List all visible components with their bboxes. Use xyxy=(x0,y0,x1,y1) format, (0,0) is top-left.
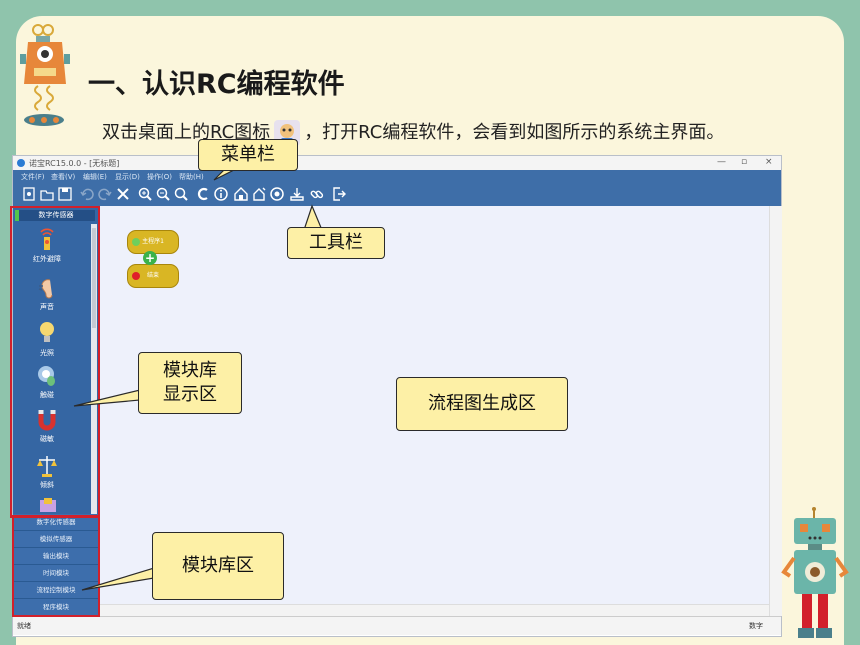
status-bar: 就绪 数字 xyxy=(13,616,781,635)
zoom-fit-icon[interactable] xyxy=(173,186,189,202)
robot-left-illustration xyxy=(20,24,70,126)
run-icon[interactable] xyxy=(269,186,285,202)
upload-icon[interactable] xyxy=(289,186,305,202)
maximize-button[interactable]: ▫ xyxy=(741,157,747,167)
info-icon[interactable] xyxy=(213,186,229,202)
app-icon xyxy=(17,159,25,167)
slide-title: 一、认识RC编程软件 xyxy=(88,69,345,100)
compile-icon[interactable] xyxy=(195,186,211,202)
download-icon[interactable] xyxy=(251,186,267,202)
window-titlebar: 诺宝RC15.0.0 - [无标题] — ▫ × xyxy=(13,156,781,170)
status-right: 数字 xyxy=(749,622,763,630)
menu-edit[interactable]: 编辑(E) xyxy=(83,172,107,182)
callout-flowchart: 流程图生成区 xyxy=(396,377,568,431)
menu-help[interactable]: 帮助(H) xyxy=(179,172,204,182)
new-icon[interactable] xyxy=(21,186,37,202)
callout-module-display: 模块库 显示区 xyxy=(138,352,242,414)
status-left: 就绪 xyxy=(17,622,31,630)
zoom-in-icon[interactable] xyxy=(137,186,153,202)
link-icon[interactable] xyxy=(309,186,325,202)
add-block-button[interactable]: + xyxy=(143,251,157,265)
exit-icon[interactable] xyxy=(331,186,347,202)
toolbar xyxy=(13,182,781,207)
end-dot xyxy=(132,272,140,280)
home-icon[interactable] xyxy=(233,186,249,202)
menu-operation[interactable]: 操作(O) xyxy=(147,172,172,182)
menu-file[interactable]: 文件(F) xyxy=(21,172,45,182)
module-display-highlight xyxy=(10,206,100,518)
zoom-out-icon[interactable] xyxy=(155,186,171,202)
menu-display[interactable]: 显示(D) xyxy=(115,172,140,182)
callout-menubar: 菜单栏 xyxy=(198,139,298,171)
robot-right-illustration xyxy=(781,507,849,638)
close-button[interactable]: × xyxy=(765,157,773,167)
start-dot xyxy=(132,238,140,246)
flow-end-label: 结束 xyxy=(146,272,159,279)
flow-end-block[interactable]: 结束 xyxy=(127,264,179,288)
undo-icon[interactable] xyxy=(79,186,95,202)
callout-module-display-line1: 模块库 xyxy=(163,360,217,381)
desc-text-after: ，打开RC编程软件，会看到如图所示的系统主界面。 xyxy=(304,122,725,143)
module-library-highlight xyxy=(12,515,100,617)
open-icon[interactable] xyxy=(39,186,55,202)
delete-icon[interactable] xyxy=(115,186,131,202)
menu-view[interactable]: 查看(V) xyxy=(51,172,75,182)
callout-toolbar: 工具栏 xyxy=(287,227,385,259)
callout-module-library: 模块库区 xyxy=(152,532,284,600)
flow-start-label: 主程序1 xyxy=(142,238,164,245)
window-title: 诺宝RC15.0.0 - [无标题] xyxy=(29,159,120,168)
save-icon[interactable] xyxy=(57,186,73,202)
redo-icon[interactable] xyxy=(97,186,113,202)
callout-module-display-line2: 显示区 xyxy=(163,384,217,405)
desc-text-before: 双击桌面上的 xyxy=(102,122,210,143)
menu-bar: 文件(F) 查看(V) 编辑(E) 显示(D) 操作(O) 帮助(H) xyxy=(13,170,781,182)
minimize-button[interactable]: — xyxy=(717,157,726,167)
slide-description: 双击桌面上的RC图标 ，打开RC编程软件，会看到如图所示的系统主界面。 xyxy=(102,118,724,146)
